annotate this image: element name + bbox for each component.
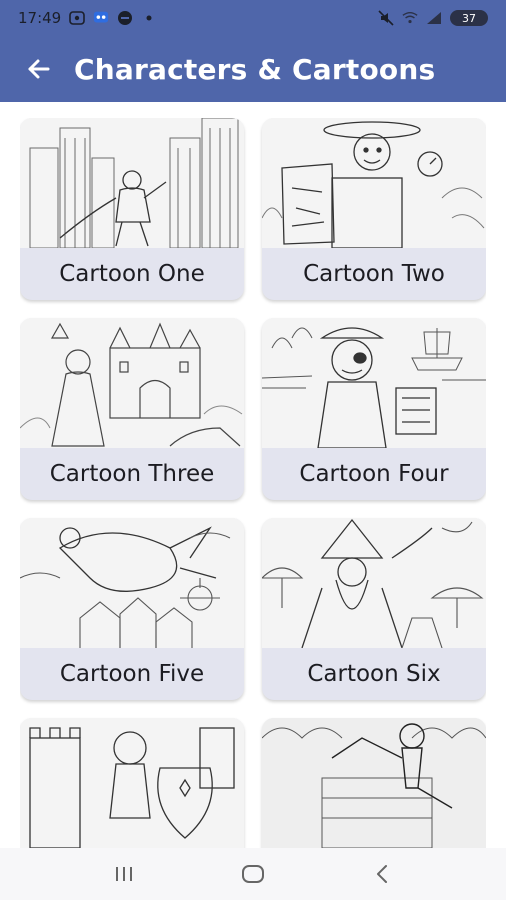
status-left: 17:49 bbox=[18, 9, 157, 27]
page-title: Characters & Cartoons bbox=[74, 52, 436, 86]
cartoon-card[interactable]: Cartoon Three bbox=[20, 318, 244, 500]
app-bar: Characters & Cartoons bbox=[0, 36, 506, 102]
status-bar: 17:49 37 bbox=[0, 0, 506, 36]
wizard-mushrooms-image bbox=[262, 518, 486, 648]
record-icon bbox=[117, 10, 133, 26]
cartoon-grid: Cartoon One Cartoon Two Cartoon Three Ca… bbox=[20, 118, 486, 848]
princess-castle-image bbox=[20, 318, 244, 448]
cartoon-card[interactable]: Cartoon One bbox=[20, 118, 244, 300]
chevron-left-icon bbox=[376, 865, 387, 883]
sim-icon bbox=[69, 10, 86, 26]
signal-icon bbox=[426, 10, 442, 26]
home-icon bbox=[241, 865, 264, 883]
system-nav-bar bbox=[0, 848, 506, 900]
card-title: Cartoon Four bbox=[299, 461, 449, 487]
card-title: Cartoon Six bbox=[307, 661, 441, 687]
cartoon-card[interactable]: Cartoon Five bbox=[20, 518, 244, 700]
cartoon-card[interactable] bbox=[20, 718, 244, 848]
cartoon-card[interactable]: Cartoon Two bbox=[262, 118, 486, 300]
knight-castle-image bbox=[20, 718, 244, 848]
status-right: 37 bbox=[378, 10, 488, 26]
cartoon-card[interactable]: Cartoon Six bbox=[262, 518, 486, 700]
recent-apps-button[interactable] bbox=[104, 854, 144, 894]
dot-icon bbox=[141, 10, 157, 26]
card-title: Cartoon Two bbox=[303, 261, 445, 287]
chat-icon bbox=[93, 10, 109, 26]
battery-indicator: 37 bbox=[450, 10, 488, 26]
martial-artist-image bbox=[262, 718, 486, 848]
superhero-city-image bbox=[20, 118, 244, 248]
recent-apps-icon bbox=[116, 867, 133, 881]
mute-icon bbox=[378, 10, 394, 26]
back-button[interactable] bbox=[22, 52, 56, 86]
status-time: 17:49 bbox=[18, 9, 62, 27]
pirate-ship-image bbox=[262, 318, 486, 448]
card-title: Cartoon Five bbox=[59, 661, 205, 687]
explorer-map-image bbox=[262, 118, 486, 248]
cartoon-card[interactable] bbox=[262, 718, 486, 848]
cartoon-card[interactable]: Cartoon Four bbox=[262, 318, 486, 500]
card-title: Cartoon One bbox=[59, 261, 205, 287]
wifi-icon bbox=[402, 10, 418, 26]
home-button[interactable] bbox=[233, 854, 273, 894]
card-title: Cartoon Three bbox=[49, 461, 215, 487]
arrow-left-icon bbox=[28, 59, 50, 79]
dragon-castle-image bbox=[20, 518, 244, 648]
nav-back-button[interactable] bbox=[362, 854, 402, 894]
